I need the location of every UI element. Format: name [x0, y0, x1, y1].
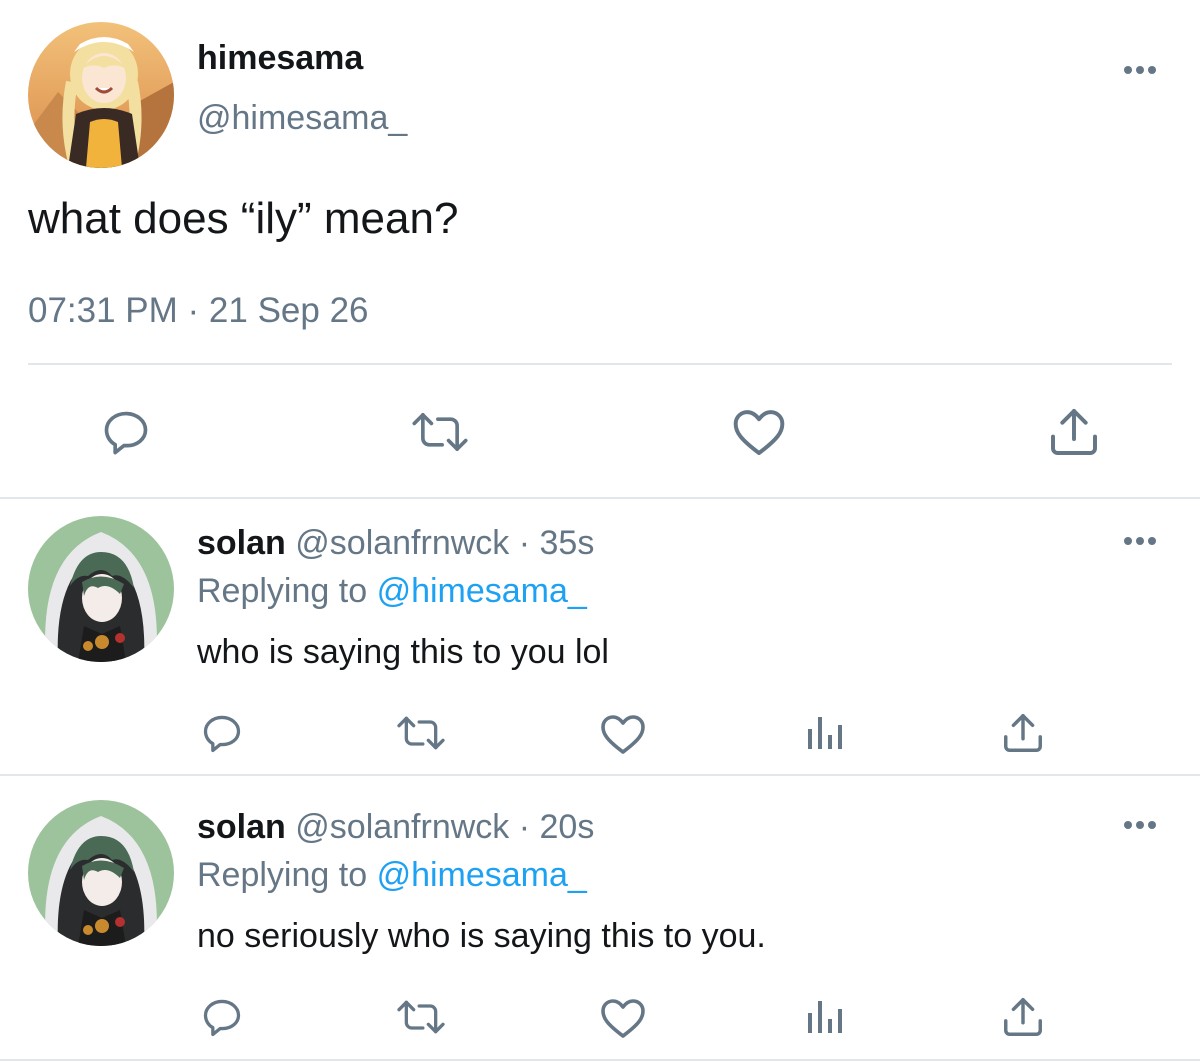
handle-and-time[interactable]: @solanfrnwck · 35s [295, 524, 594, 562]
reply-header: solan @solanfrnwck · 35s [197, 523, 594, 563]
section-divider [0, 774, 1200, 776]
reply-header: solan @solanfrnwck · 20s [197, 807, 594, 847]
more-options-icon[interactable] [1120, 60, 1160, 80]
user-handle[interactable]: @himesama_ [197, 98, 407, 138]
analytics-icon[interactable] [804, 997, 844, 1037]
more-options-icon[interactable] [1120, 531, 1160, 551]
retweet-icon[interactable] [410, 406, 470, 458]
replying-to: Replying to @himesama_ [197, 571, 587, 611]
replying-to-handle[interactable]: @himesama_ [377, 572, 587, 610]
replying-to-handle[interactable]: @himesama_ [377, 856, 587, 894]
tweet-timestamp[interactable]: 07:31 PM · 21 Sep 26 [28, 290, 369, 332]
retweet-icon[interactable] [395, 711, 447, 755]
tweet-text: what does “ily” mean? [28, 194, 459, 243]
section-divider [0, 1059, 1200, 1061]
replying-to: Replying to @himesama_ [197, 855, 587, 895]
handle-and-time[interactable]: @solanfrnwck · 20s [295, 808, 594, 846]
analytics-icon[interactable] [804, 713, 844, 753]
share-icon[interactable] [1000, 994, 1046, 1040]
section-divider [0, 497, 1200, 499]
reply-icon[interactable] [200, 995, 244, 1039]
share-icon[interactable] [1000, 710, 1046, 756]
reply-icon[interactable] [200, 711, 244, 755]
reply-text: no seriously who is saying this to you. [197, 917, 766, 955]
avatar[interactable] [28, 516, 174, 662]
like-icon[interactable] [599, 712, 647, 756]
avatar-solan-image [28, 516, 174, 662]
retweet-icon[interactable] [395, 995, 447, 1039]
reply-text: who is saying this to you lol [197, 633, 609, 671]
more-options-icon[interactable] [1120, 815, 1160, 835]
reply-icon[interactable] [100, 406, 152, 458]
replying-to-label: Replying to [197, 572, 368, 610]
share-icon[interactable] [1046, 404, 1102, 460]
divider [28, 363, 1172, 365]
replying-to-label: Replying to [197, 856, 368, 894]
avatar-himesama-image [28, 22, 174, 168]
avatar-solan-image [28, 800, 174, 946]
display-name[interactable]: himesama [197, 38, 363, 78]
display-name[interactable]: solan [197, 808, 286, 846]
display-name[interactable]: solan [197, 524, 286, 562]
like-icon[interactable] [599, 996, 647, 1040]
avatar[interactable] [28, 22, 174, 168]
like-icon[interactable] [731, 406, 787, 458]
avatar[interactable] [28, 800, 174, 946]
